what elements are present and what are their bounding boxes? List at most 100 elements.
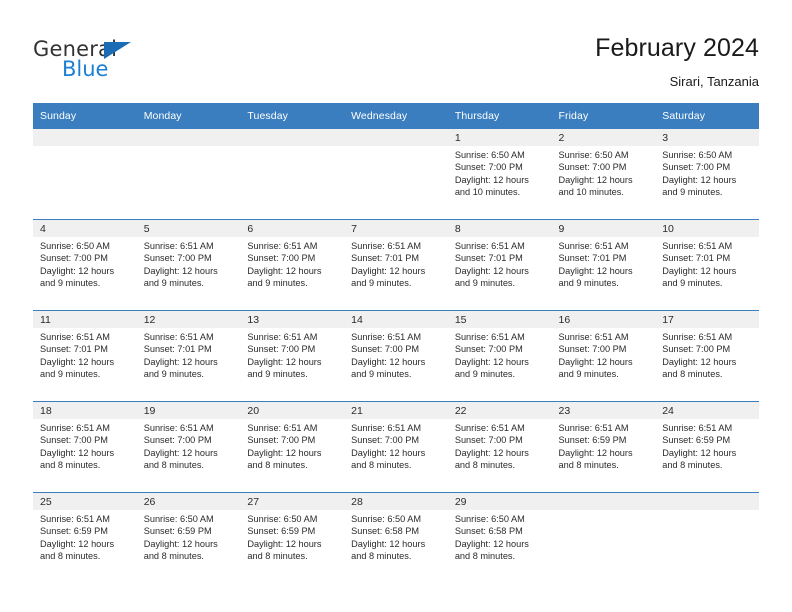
calendar-day-cell[interactable]: 21 Sunrise: 6:51 AM Sunset: 7:00 PM Dayligh… — [344, 401, 448, 493]
daylight-duration-line1: Daylight: 12 hours — [351, 447, 426, 458]
day-number: 21 — [344, 402, 448, 419]
calendar-day-cell[interactable]: 4 Sunrise: 6:50 AM Sunset: 7:00 PM Daylight… — [33, 219, 137, 311]
day-number: 22 — [447, 402, 552, 419]
day-number: 3 — [655, 129, 759, 146]
day-cell-inner: 1 Sunrise: 6:50 AM Sunset: 7:00 PM Daylight… — [447, 129, 552, 219]
sunrise-time: Sunrise: 6:51 AM — [40, 332, 110, 342]
day-details: Sunrise: 6:50 AM Sunset: 7:00 PM Daylight:… — [655, 146, 759, 198]
sunset-time: Sunset: 7:00 PM — [454, 162, 523, 173]
calendar-day-cell[interactable]: 23 Sunrise: 6:51 AM Sunset: 6:59 PM Dayligh… — [551, 401, 656, 493]
sunrise-time: Sunrise: 6:51 AM — [454, 241, 525, 251]
calendar-week-row: 4 Sunrise: 6:50 AM Sunset: 7:00 PM Daylight… — [33, 219, 759, 311]
calendar-day-cell[interactable]: 26 Sunrise: 6:50 AM Sunset: 6:59 PM Dayligh… — [136, 492, 241, 583]
sunset-time: Sunset: 6:59 PM — [143, 526, 212, 537]
general-blue-logo[interactable]: General Blue — [33, 38, 213, 88]
sunset-time: Sunset: 7:00 PM — [40, 435, 108, 446]
calendar-day-cell[interactable]: 2 Sunrise: 6:50 AM Sunset: 7:00 PM Daylight… — [551, 128, 656, 220]
sunrise-time: Sunrise: 6:51 AM — [351, 423, 422, 433]
sunrise-time: Sunrise: 6:50 AM — [40, 241, 110, 251]
daylight-duration-line1: Daylight: 12 hours — [351, 265, 426, 276]
calendar-day-cell[interactable]: 9 Sunrise: 6:51 AM Sunset: 7:01 PM Daylight… — [551, 219, 656, 311]
sunset-time: Sunset: 7:00 PM — [351, 435, 420, 446]
daylight-duration-line2: and 9 minutes. — [662, 186, 723, 197]
daylight-duration-line2: and 9 minutes. — [558, 277, 619, 288]
sunrise-time: Sunrise: 6:51 AM — [351, 332, 422, 342]
calendar-day-cell[interactable]: 17 Sunrise: 6:51 AM Sunset: 7:00 PM Dayligh… — [655, 310, 759, 402]
calendar-day-cell[interactable]: 14 Sunrise: 6:51 AM Sunset: 7:00 PM Dayligh… — [344, 310, 448, 402]
day-cell-inner: 7 Sunrise: 6:51 AM Sunset: 7:01 PM Daylight… — [344, 220, 448, 310]
sunset-time: Sunset: 6:59 PM — [247, 526, 316, 537]
calendar-day-cell[interactable]: 12 Sunrise: 6:51 AM Sunset: 7:01 PM Dayligh… — [136, 310, 241, 402]
day-number: 8 — [447, 220, 552, 237]
daylight-duration-line2: and 9 minutes. — [454, 368, 516, 379]
calendar-day-cell[interactable]: 16 Sunrise: 6:51 AM Sunset: 7:00 PM Dayligh… — [551, 310, 656, 402]
calendar-day-cell[interactable]: 18 Sunrise: 6:51 AM Sunset: 7:00 PM Dayligh… — [33, 401, 137, 493]
sunset-time: Sunset: 7:00 PM — [143, 435, 212, 446]
day-cell-inner — [136, 129, 241, 219]
day-cell-inner: 26 Sunrise: 6:50 AM Sunset: 6:59 PM Dayligh… — [136, 493, 241, 583]
sunrise-time: Sunrise: 6:51 AM — [247, 241, 318, 251]
daylight-duration-line2: and 9 minutes. — [247, 277, 308, 288]
day-details: Sunrise: 6:51 AM Sunset: 7:00 PM Daylight:… — [240, 328, 344, 380]
calendar-day-cell[interactable]: 15 Sunrise: 6:51 AM Sunset: 7:00 PM Dayligh… — [447, 310, 552, 402]
day-number: 18 — [33, 402, 137, 419]
day-number: 16 — [551, 311, 656, 328]
day-cell-inner — [33, 129, 137, 219]
calendar-day-cell[interactable]: 24 Sunrise: 6:51 AM Sunset: 6:59 PM Dayligh… — [655, 401, 759, 493]
daylight-duration-line1: Daylight: 12 hours — [247, 356, 322, 367]
daylight-duration-line1: Daylight: 12 hours — [662, 265, 737, 276]
sunrise-time: Sunrise: 6:50 AM — [351, 514, 422, 524]
calendar-day-cell[interactable]: 8 Sunrise: 6:51 AM Sunset: 7:01 PM Daylight… — [447, 219, 552, 311]
day-cell-inner: 27 Sunrise: 6:50 AM Sunset: 6:59 PM Dayligh… — [240, 493, 345, 583]
sunset-time: Sunset: 6:59 PM — [558, 435, 627, 446]
calendar-day-cell[interactable]: 6 Sunrise: 6:51 AM Sunset: 7:00 PM Daylight… — [240, 219, 345, 311]
day-number: 9 — [551, 220, 656, 237]
day-cell-inner: 25 Sunrise: 6:51 AM Sunset: 6:59 PM Dayligh… — [33, 493, 137, 583]
day-number: 23 — [551, 402, 656, 419]
calendar-page: General Blue February 2024 Sirari, Tanza… — [0, 0, 792, 612]
sunrise-time: Sunrise: 6:51 AM — [247, 423, 318, 433]
calendar-day-cell[interactable]: 29 Sunrise: 6:50 AM Sunset: 6:58 PM Dayligh… — [447, 492, 552, 583]
sunrise-time: Sunrise: 6:51 AM — [143, 332, 214, 342]
day-details: Sunrise: 6:51 AM Sunset: 7:00 PM Daylight:… — [240, 237, 344, 289]
sunrise-time: Sunrise: 6:51 AM — [351, 241, 422, 251]
day-number — [655, 493, 759, 510]
calendar-day-cell[interactable]: 5 Sunrise: 6:51 AM Sunset: 7:00 PM Daylight… — [136, 219, 241, 311]
day-cell-inner: 8 Sunrise: 6:51 AM Sunset: 7:01 PM Daylight… — [447, 220, 552, 310]
day-details: Sunrise: 6:51 AM Sunset: 7:00 PM Daylight:… — [552, 328, 656, 380]
sunset-time: Sunset: 7:00 PM — [247, 435, 316, 446]
calendar-day-cell[interactable]: 27 Sunrise: 6:50 AM Sunset: 6:59 PM Dayligh… — [240, 492, 345, 583]
day-details: Sunrise: 6:50 AM Sunset: 7:00 PM Daylight:… — [33, 237, 137, 289]
calendar-day-cell[interactable]: 7 Sunrise: 6:51 AM Sunset: 7:01 PM Daylight… — [344, 219, 448, 311]
calendar-day-cell[interactable]: 10 Sunrise: 6:51 AM Sunset: 7:01 PM Dayligh… — [655, 219, 759, 311]
daylight-duration-line2: and 10 minutes. — [454, 186, 521, 197]
day-details: Sunrise: 6:51 AM Sunset: 7:01 PM Daylight:… — [448, 237, 552, 289]
daylight-duration-line2: and 8 minutes. — [454, 550, 516, 561]
day-details: Sunrise: 6:51 AM Sunset: 7:00 PM Daylight:… — [344, 328, 448, 380]
calendar-day-cell[interactable]: 13 Sunrise: 6:51 AM Sunset: 7:00 PM Dayligh… — [240, 310, 345, 402]
daylight-duration-line2: and 8 minutes. — [558, 459, 619, 470]
calendar-day-cell[interactable]: 11 Sunrise: 6:51 AM Sunset: 7:01 PM Dayligh… — [33, 310, 137, 402]
calendar-day-cell[interactable]: 19 Sunrise: 6:51 AM Sunset: 7:00 PM Dayligh… — [136, 401, 241, 493]
calendar-day-cell[interactable]: 20 Sunrise: 6:51 AM Sunset: 7:00 PM Dayligh… — [240, 401, 345, 493]
calendar-day-cell[interactable]: 28 Sunrise: 6:50 AM Sunset: 6:58 PM Dayligh… — [344, 492, 448, 583]
calendar-day-cell[interactable]: 1 Sunrise: 6:50 AM Sunset: 7:00 PM Daylight… — [447, 128, 552, 220]
day-cell-inner: 4 Sunrise: 6:50 AM Sunset: 7:00 PM Daylight… — [33, 220, 137, 310]
daylight-duration-line2: and 8 minutes. — [143, 550, 204, 561]
calendar-day-cell[interactable]: 25 Sunrise: 6:51 AM Sunset: 6:59 PM Dayligh… — [33, 492, 137, 583]
day-cell-inner: 18 Sunrise: 6:51 AM Sunset: 7:00 PM Dayligh… — [33, 402, 137, 492]
day-details: Sunrise: 6:51 AM Sunset: 7:01 PM Daylight:… — [137, 328, 241, 380]
sunset-time: Sunset: 7:00 PM — [40, 253, 108, 264]
day-number: 4 — [33, 220, 137, 237]
daylight-duration-line2: and 9 minutes. — [351, 277, 412, 288]
day-details: Sunrise: 6:51 AM Sunset: 6:59 PM Daylight:… — [552, 419, 656, 471]
day-number — [551, 493, 656, 510]
day-cell-inner: 15 Sunrise: 6:51 AM Sunset: 7:00 PM Dayligh… — [447, 311, 552, 401]
calendar-day-cell[interactable]: 3 Sunrise: 6:50 AM Sunset: 7:00 PM Daylight… — [655, 128, 759, 220]
calendar-day-cell[interactable]: 22 Sunrise: 6:51 AM Sunset: 7:00 PM Dayligh… — [447, 401, 552, 493]
daylight-duration-line2: and 8 minutes. — [143, 459, 204, 470]
weekday-header-sunday: Sunday — [33, 103, 137, 129]
daylight-duration-line2: and 9 minutes. — [247, 368, 308, 379]
daylight-duration-line1: Daylight: 12 hours — [558, 265, 633, 276]
weekday-header-row: Sunday Monday Tuesday Wednesday Thursday… — [33, 103, 759, 129]
